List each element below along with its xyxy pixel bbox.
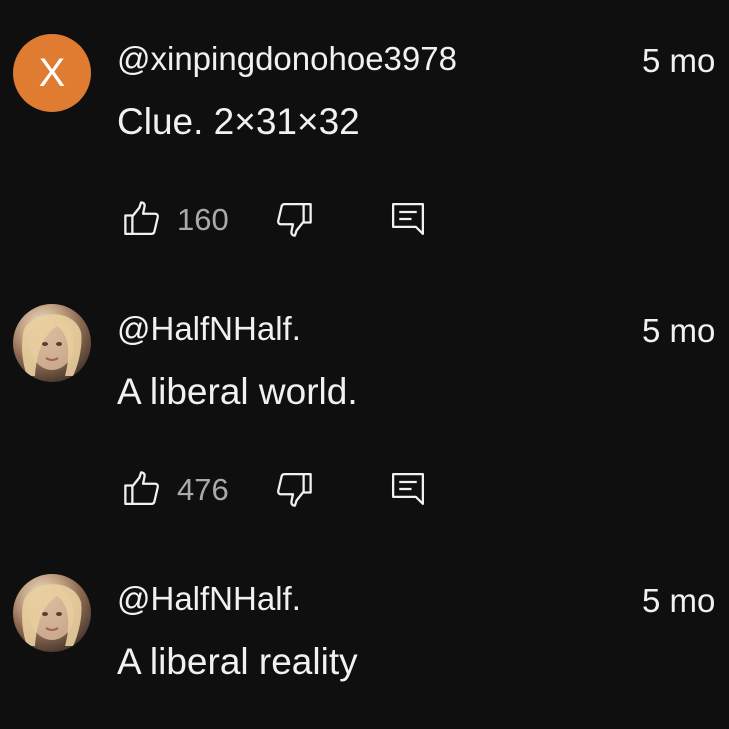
reply-icon[interactable] [387, 468, 429, 510]
comment-text: A liberal world. [117, 371, 358, 412]
comment-time: 5 mo [642, 42, 716, 79]
comment-text: A liberal reality [117, 641, 358, 682]
thumbs-up-icon[interactable] [121, 468, 163, 510]
comment-time: 5 mo [642, 312, 716, 349]
reply-icon[interactable] [387, 198, 429, 240]
avatar-letter: X [38, 50, 66, 95]
avatar[interactable] [13, 574, 91, 652]
comment-author[interactable]: @xinpingdonohoe3978 [117, 40, 457, 78]
avatar[interactable] [13, 304, 91, 382]
comment-actions: 476 [117, 468, 447, 514]
thumbs-down-icon[interactable] [273, 198, 315, 240]
avatar[interactable]: X [13, 34, 91, 112]
comment-actions: 160 [117, 198, 447, 244]
like-count: 476 [177, 472, 229, 507]
comment-author[interactable]: @HalfNHalf. [117, 580, 301, 618]
thumbs-up-icon[interactable] [121, 198, 163, 240]
comment-text: Clue. 2×31×32 [117, 101, 360, 142]
like-count: 160 [177, 202, 229, 237]
thumbs-down-icon[interactable] [273, 468, 315, 510]
comment-author[interactable]: @HalfNHalf. [117, 310, 301, 348]
comment-time: 5 mo [642, 582, 716, 619]
